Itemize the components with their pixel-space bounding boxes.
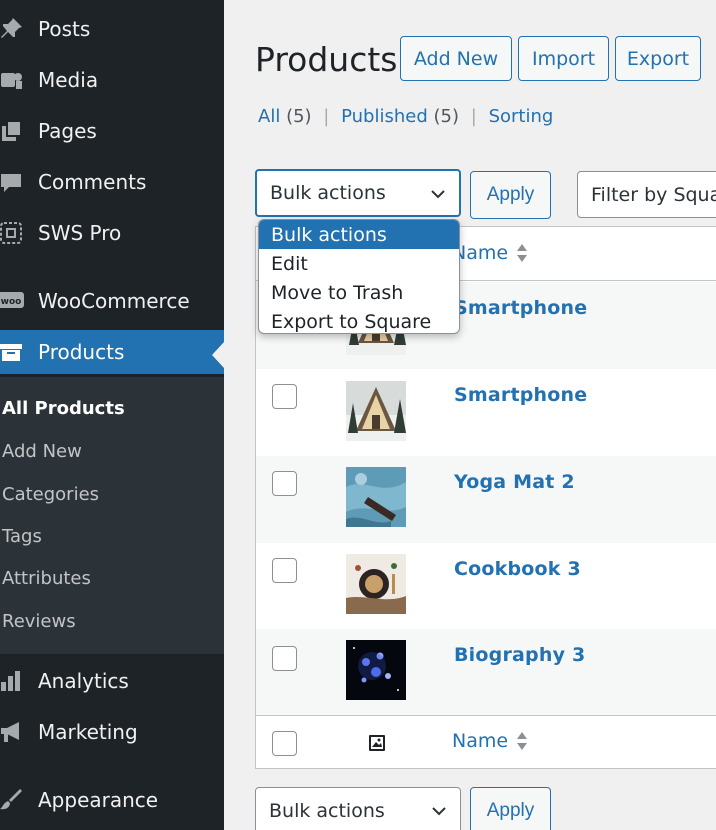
menu-label: SWS Pro (38, 221, 122, 245)
bulk-actions-value: Bulk actions (269, 800, 385, 822)
select-all-checkbox-bottom[interactable] (272, 731, 297, 756)
option-export-to-square[interactable]: Export to Square (259, 307, 459, 333)
menu-sws-pro[interactable]: SWS Pro (0, 211, 224, 255)
submenu-add-new[interactable]: Add New (2, 441, 82, 462)
menu-appearance[interactable]: Appearance (0, 778, 224, 822)
import-button[interactable]: Import (518, 36, 609, 81)
separator: | (323, 106, 330, 127)
sorting-link[interactable]: Sorting (489, 106, 554, 127)
admin-sidebar: Posts Media Pages Comments SWS Pro woo W… (0, 0, 224, 830)
row-checkbox[interactable] (272, 558, 297, 583)
bulk-actions-dropdown: Bulk actions Edit Move to Trash Export t… (258, 219, 460, 334)
comment-icon (0, 167, 26, 197)
filter-all-count: (5) (286, 106, 312, 127)
column-label: Name (452, 242, 509, 264)
image-icon (369, 735, 385, 751)
row-checkbox[interactable] (272, 646, 297, 671)
menu-label: Marketing (38, 720, 138, 744)
bulk-actions-select-top[interactable]: Bulk actions (255, 169, 461, 217)
submenu-reviews[interactable]: Reviews (2, 611, 76, 632)
submenu-all-products[interactable]: All Products (2, 398, 125, 419)
name-column-footer[interactable]: Name (452, 729, 528, 753)
row-checkbox[interactable] (272, 471, 297, 496)
name-column-header[interactable]: Name (452, 241, 528, 265)
page-title: Products (255, 40, 398, 79)
filter-all-link[interactable]: All (258, 106, 280, 127)
add-new-button[interactable]: Add New (400, 36, 512, 81)
menu-posts[interactable]: Posts (0, 7, 224, 51)
menu-label: Analytics (38, 669, 129, 693)
table-footer: Name (256, 715, 716, 768)
svg-text:woo: woo (1, 297, 22, 307)
filter-by-square-select[interactable]: Filter by Square (577, 171, 716, 218)
table-row: Smartphone (256, 369, 716, 456)
separator: | (470, 106, 477, 127)
bar-chart-icon (0, 666, 26, 696)
products-submenu: All Products Add New Categories Tags Att… (0, 377, 224, 654)
apply-button-top[interactable]: Apply (470, 171, 551, 219)
product-name-link[interactable]: Smartphone (454, 297, 587, 319)
product-thumbnail[interactable] (346, 467, 406, 527)
menu-label: Pages (38, 119, 97, 143)
sort-icon (517, 244, 528, 262)
option-bulk-actions[interactable]: Bulk actions (259, 220, 459, 249)
product-thumbnail[interactable] (346, 381, 406, 441)
bulk-actions-value: Bulk actions (270, 182, 386, 204)
filter-published-link[interactable]: Published (341, 106, 428, 127)
table-row: Cookbook 3 (256, 543, 716, 630)
column-label: Name (452, 730, 509, 752)
menu-marketing[interactable]: Marketing (0, 710, 224, 754)
pages-icon (0, 116, 26, 146)
product-thumbnail[interactable] (346, 640, 406, 700)
pin-icon (0, 14, 26, 44)
status-filter-links: All (5) | Published (5) | Sorting (258, 106, 553, 127)
table-row: Biography 3 (256, 629, 716, 716)
sws-icon (0, 218, 26, 248)
product-name-link[interactable]: Cookbook 3 (454, 558, 581, 580)
bulk-actions-select-bottom[interactable]: Bulk actions (255, 787, 461, 830)
filter-published-count: (5) (433, 106, 460, 127)
menu-comments[interactable]: Comments (0, 160, 224, 204)
export-button[interactable]: Export (615, 36, 701, 81)
product-name-link[interactable]: Smartphone (454, 384, 587, 406)
product-name-link[interactable]: Yoga Mat 2 (454, 471, 575, 493)
product-thumbnail[interactable] (346, 554, 406, 614)
product-name-link[interactable]: Biography 3 (454, 644, 585, 666)
chevron-down-icon (431, 190, 445, 199)
menu-products[interactable]: Products (0, 330, 224, 374)
megaphone-icon (0, 717, 26, 747)
menu-label: Media (38, 68, 99, 92)
menu-label: WooCommerce (38, 289, 190, 313)
sort-icon (517, 732, 528, 750)
option-edit[interactable]: Edit (259, 249, 459, 278)
submenu-categories[interactable]: Categories (2, 484, 99, 505)
menu-label: Appearance (38, 788, 159, 812)
menu-pages[interactable]: Pages (0, 109, 224, 153)
submenu-tags[interactable]: Tags (2, 526, 42, 547)
apply-button-bottom[interactable]: Apply (470, 787, 551, 830)
brush-icon (0, 785, 26, 815)
option-move-to-trash[interactable]: Move to Trash (259, 278, 459, 307)
archive-icon (0, 337, 26, 367)
menu-label: Products (38, 340, 125, 364)
menu-label: Comments (38, 170, 147, 194)
submenu-attributes[interactable]: Attributes (2, 568, 91, 589)
menu-woocommerce[interactable]: woo WooCommerce (0, 279, 224, 323)
table-row: Yoga Mat 2 (256, 456, 716, 543)
media-icon (0, 65, 26, 95)
chevron-down-icon (432, 807, 446, 816)
row-checkbox[interactable] (272, 384, 297, 409)
menu-media[interactable]: Media (0, 58, 224, 102)
menu-analytics[interactable]: Analytics (0, 659, 224, 703)
woo-icon: woo (0, 286, 26, 316)
menu-label: Posts (38, 17, 91, 41)
